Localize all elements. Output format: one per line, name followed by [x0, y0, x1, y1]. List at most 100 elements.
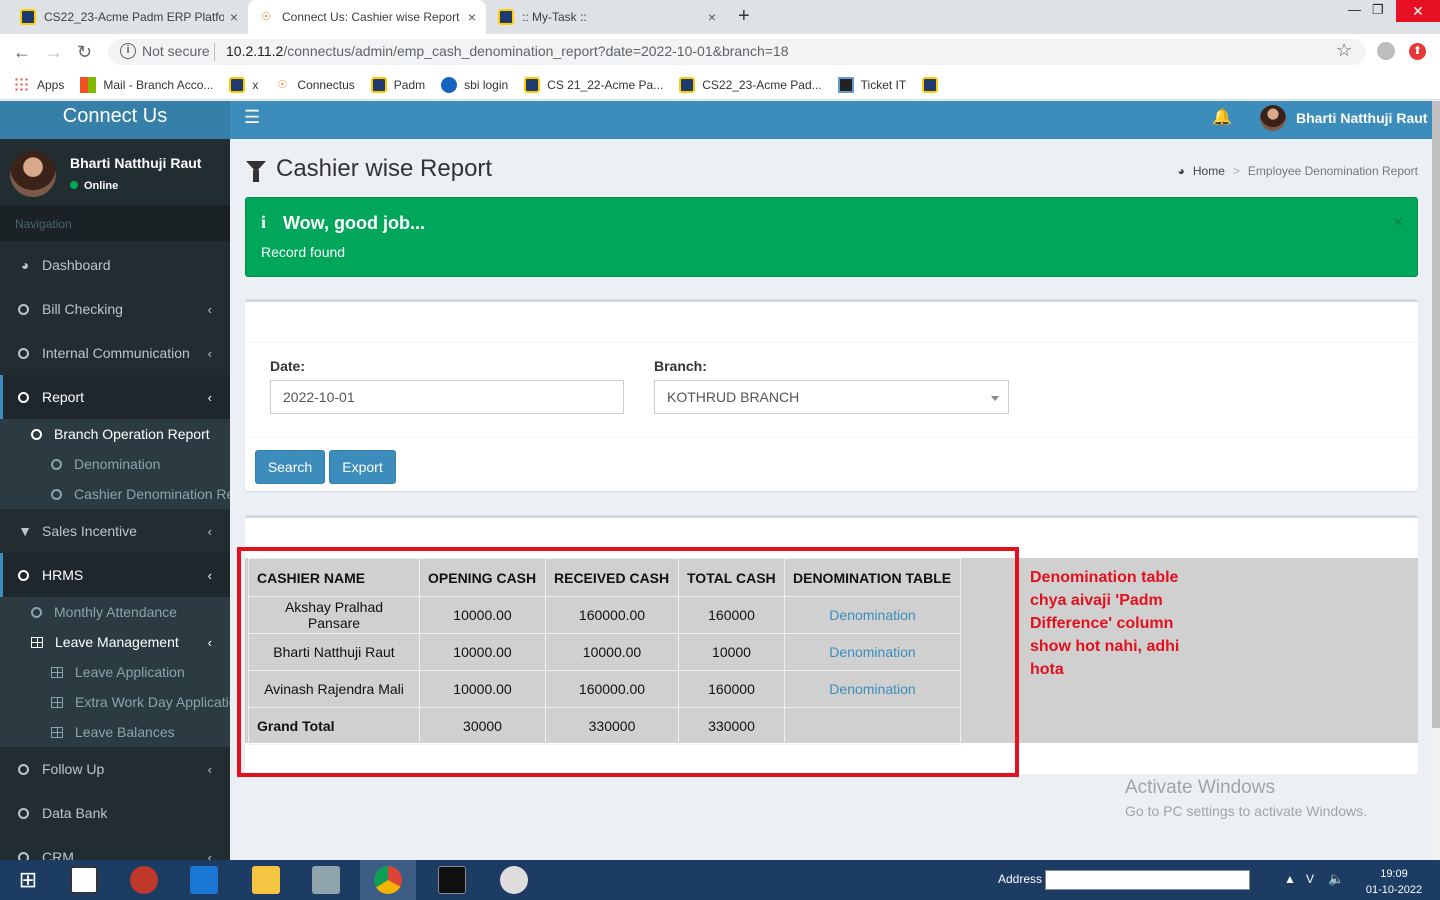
tray-arrow-icon[interactable]: ▲ — [1284, 872, 1296, 886]
bookmark-padm[interactable]: Padm — [370, 76, 426, 93]
sidebar-item-dashboard[interactable]: ◕ Dashboard — [0, 243, 230, 287]
branch-select[interactable]: KOTHRUD BRANCH — [654, 380, 1009, 414]
sidebar-item-sales-incentive[interactable]: ▼ Sales Incentive ‹ — [0, 509, 230, 553]
sidebar-item-label: Extra Work Day Application — [75, 694, 230, 710]
sidebar-toggle-icon[interactable]: ☰ — [244, 107, 260, 128]
status-badge: Online — [70, 180, 118, 192]
forward-arrow-icon[interactable]: → — [45, 42, 63, 63]
breadcrumb-home[interactable]: Home — [1193, 164, 1225, 178]
taskbar-chrome[interactable] — [360, 860, 416, 900]
scrollbar-thumb[interactable] — [1432, 101, 1440, 728]
sidebar-item-monthly-attendance[interactable]: Monthly Attendance — [0, 597, 230, 627]
app-logo[interactable]: Connect Us — [0, 101, 230, 139]
sidebar-item-leave-balances[interactable]: Leave Balances — [0, 717, 230, 747]
extension-icon[interactable]: ⬆ — [1409, 43, 1426, 60]
restore-icon[interactable]: ❐ — [1372, 2, 1384, 18]
back-arrow-icon[interactable]: ← — [13, 42, 31, 63]
url-text[interactable]: 10.2.11.2/connectus/admin/emp_cash_denom… — [226, 43, 789, 59]
export-button[interactable]: Export — [329, 450, 396, 484]
breadcrumb: ◕ Home > Employee Denomination Report — [1178, 164, 1418, 178]
chevron-down-icon: ‹ — [207, 634, 212, 650]
profile-icon[interactable] — [1377, 42, 1395, 60]
browser-tab-bar: CS22_23-Acme Padm ERP Platfor × ☉ Connec… — [0, 0, 1440, 34]
circle-icon — [51, 488, 62, 500]
sidebar-item-label: Denomination — [74, 456, 161, 472]
window-close-icon[interactable]: ✕ — [1396, 0, 1440, 22]
sidebar-item-branch-operation-report[interactable]: Branch Operation Report — [0, 419, 230, 449]
bookmark-cs22[interactable]: CS22_23-Acme Pad... — [679, 76, 822, 93]
taskbar-app2[interactable] — [486, 860, 542, 900]
bookmark-apps[interactable]: Apps — [14, 76, 64, 93]
bell-icon[interactable]: 🔔 — [1212, 107, 1232, 127]
reload-icon[interactable]: ↻ — [77, 42, 92, 63]
tray-app-icon[interactable]: V — [1306, 872, 1314, 886]
address-toolbar-input[interactable] — [1045, 870, 1250, 890]
start-button[interactable]: ⊞ — [0, 860, 56, 900]
sidebar-item-hrms[interactable]: HRMS ‹ — [0, 553, 230, 597]
nav-header: Navigation — [0, 205, 230, 241]
browser-tab-connectus[interactable]: ☉ Connect Us: Cashier wise Report × — [248, 0, 486, 34]
sidebar-item-report[interactable]: Report ‹ — [0, 375, 230, 419]
new-tab-button[interactable]: + — [738, 5, 750, 28]
minimize-icon[interactable]: — — [1348, 2, 1361, 17]
taskbar-snipping[interactable] — [116, 860, 172, 900]
taskbar-app[interactable] — [176, 860, 232, 900]
funnel-icon: ▼ — [18, 523, 32, 539]
sidebar-item-label: Sales Incentive — [42, 523, 137, 539]
bookmark-extra[interactable] — [922, 76, 945, 93]
taskbar-calculator[interactable] — [298, 860, 354, 900]
kendo-icon — [524, 76, 541, 93]
sidebar-item-crm[interactable]: CRM ‹ — [0, 835, 230, 860]
sidebar-item-cashier-denomination-report[interactable]: Cashier Denomination Report — [0, 479, 230, 509]
volume-icon[interactable]: 🔈 — [1328, 871, 1344, 887]
bookmark-mail[interactable]: Mail - Branch Acco... — [80, 76, 213, 93]
system-clock[interactable]: 19:09 01-10-2022 — [1362, 866, 1426, 898]
sidebar-item-extra-work-day-application[interactable]: Extra Work Day Application — [0, 687, 230, 717]
browser-tab-mytask[interactable]: :: My-Task :: × — [488, 0, 726, 34]
circle-icon — [31, 428, 42, 440]
table-icon — [51, 696, 63, 708]
search-button[interactable]: Search — [255, 450, 325, 484]
taskbar-terminal[interactable] — [424, 860, 480, 900]
caret-down-icon — [991, 396, 999, 401]
user-menu[interactable]: Bharti Natthuji Raut — [1260, 105, 1427, 131]
bookmark-label: Padm — [393, 77, 426, 92]
bookmark-label: CS22_23-Acme Pad... — [702, 77, 822, 92]
circle-icon — [18, 569, 29, 581]
taskbar-file-explorer[interactable] — [238, 860, 294, 900]
sidebar-item-leave-management[interactable]: Leave Management ‹ — [0, 627, 230, 657]
tab-title: Connect Us: Cashier wise Report — [282, 10, 460, 24]
taskbar-vnc[interactable] — [56, 860, 112, 900]
branch-selected-value: KOTHRUD BRANCH — [667, 389, 800, 405]
sidebar-item-follow-up[interactable]: Follow Up ‹ — [0, 747, 230, 791]
sidebar-item-internal-communication[interactable]: Internal Communication ‹ — [0, 331, 230, 375]
sidebar-item-label: Leave Management — [55, 634, 179, 650]
tab-close-icon[interactable]: × — [230, 9, 238, 25]
bookmark-cs21[interactable]: CS 21_22-Acme Pa... — [524, 76, 663, 93]
address-bar[interactable]: i Not secure 10.2.11.2/connectus/admin/e… — [108, 39, 1366, 65]
bookmark-sbi[interactable]: sbi login — [441, 76, 508, 93]
calculator-icon — [312, 866, 340, 894]
sidebar-item-label: HRMS — [42, 567, 84, 583]
date-input[interactable]: 2022-10-01 — [270, 380, 624, 414]
info-icon[interactable]: i — [120, 43, 136, 59]
filter-icon — [246, 160, 266, 182]
bookmark-connectus[interactable]: ☉ Connectus — [274, 76, 355, 93]
close-icon[interactable]: × — [1394, 214, 1403, 232]
sbi-icon — [441, 76, 458, 93]
bookmark-ticket[interactable]: Ticket IT — [837, 76, 906, 93]
sidebar-item-denomination[interactable]: Denomination — [0, 449, 230, 479]
scissors-icon — [130, 866, 158, 894]
alert-message: Record found — [261, 244, 346, 260]
bookmark-x[interactable]: x — [229, 76, 258, 93]
page-title: Cashier wise Report — [246, 155, 492, 183]
sidebar-item-leave-application[interactable]: Leave Application — [0, 657, 230, 687]
chevron-left-icon: ‹ — [207, 345, 212, 361]
sidebar-item-data-bank[interactable]: Data Bank — [0, 791, 230, 835]
browser-tab-erp[interactable]: CS22_23-Acme Padm ERP Platfor × — [10, 0, 248, 34]
tab-close-icon[interactable]: × — [708, 9, 716, 25]
tab-close-icon[interactable]: × — [468, 9, 476, 25]
clock-date: 01-10-2022 — [1365, 884, 1423, 896]
bookmark-star-icon[interactable]: ☆ — [1336, 40, 1352, 61]
sidebar-item-bill-checking[interactable]: Bill Checking ‹ — [0, 287, 230, 331]
